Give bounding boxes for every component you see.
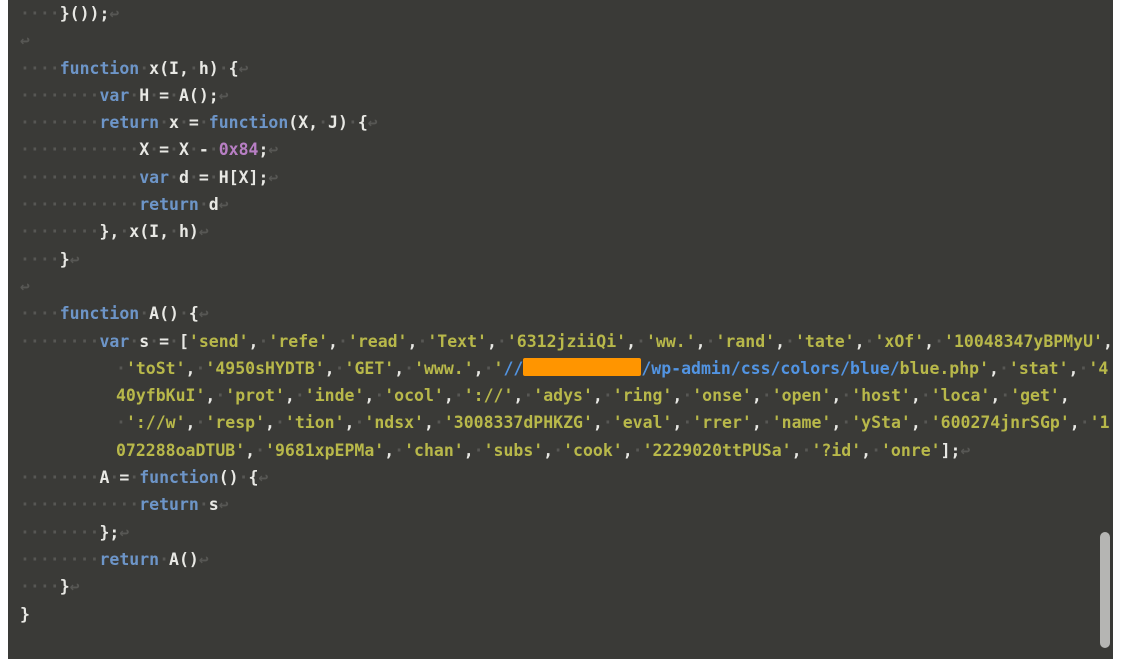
code-block[interactable]: ····}());↩ ↩ ····function·x(I,·h)·{↩ ···… <box>8 0 1113 628</box>
code-editor[interactable]: ····}());↩ ↩ ····function·x(I,·h)·{↩ ···… <box>8 0 1113 659</box>
redaction-block <box>523 358 641 376</box>
vertical-scrollbar-thumb[interactable] <box>1100 532 1110 648</box>
vertical-scrollbar-track[interactable] <box>1100 0 1110 659</box>
viewport: ····}());↩ ↩ ····function·x(I,·h)·{↩ ···… <box>0 0 1132 659</box>
